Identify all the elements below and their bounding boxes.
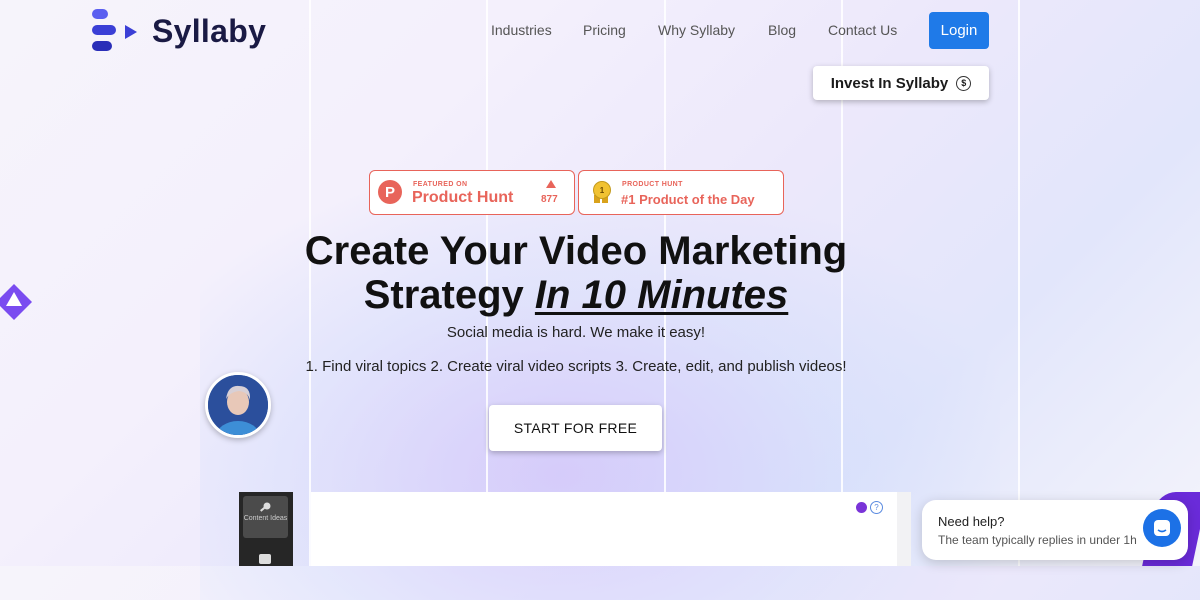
product-hunt-icon: P bbox=[378, 180, 402, 204]
calendar-icon[interactable] bbox=[259, 554, 271, 564]
invest-button[interactable]: Invest In Syllaby $ bbox=[813, 66, 989, 100]
medal-icon: 1 bbox=[591, 181, 611, 203]
invest-label: Invest In Syllaby bbox=[830, 74, 949, 92]
product-hunt-featured-badge[interactable]: P FEATURED ON Product Hunt 877 bbox=[369, 170, 575, 215]
nav-pricing[interactable]: Pricing bbox=[583, 22, 626, 38]
logo[interactable]: Syllaby bbox=[92, 6, 266, 56]
upvote-icon bbox=[546, 180, 556, 188]
nav-industries[interactable]: Industries bbox=[491, 22, 552, 38]
hero-steps: 1. Find viral topics 2. Create viral vid… bbox=[305, 358, 847, 375]
hero-subtitle: Social media is hard. We make it easy! bbox=[446, 324, 706, 341]
nav-contact-us[interactable]: Contact Us bbox=[828, 22, 897, 38]
login-button[interactable]: Login bbox=[929, 12, 989, 49]
app-preview-canvas bbox=[311, 492, 897, 566]
accessibility-widget-icon[interactable] bbox=[0, 282, 34, 322]
help-icon[interactable]: ? bbox=[870, 501, 883, 514]
nav-blog[interactable]: Blog bbox=[768, 22, 796, 38]
key-icon bbox=[260, 502, 271, 512]
coin-icon: $ bbox=[956, 75, 972, 91]
grid-line bbox=[1018, 0, 1020, 566]
product-of-day-label: #1 Product of the Day bbox=[621, 192, 755, 207]
product-of-day-badge[interactable]: 1 PRODUCT HUNT #1 Product of the Day bbox=[578, 170, 784, 215]
hero-title: Create Your Video Marketing Strategy In … bbox=[200, 229, 952, 317]
nav-why-syllaby[interactable]: Why Syllaby bbox=[658, 22, 735, 38]
content-ideas-card[interactable]: Content Ideas bbox=[243, 496, 288, 538]
chat-subtitle: The team typically replies in under 1h bbox=[938, 533, 1137, 547]
logo-text: Syllaby bbox=[152, 12, 267, 49]
play-icon[interactable] bbox=[856, 502, 867, 513]
chat-launcher-button[interactable] bbox=[1143, 509, 1181, 547]
logo-icon bbox=[92, 7, 142, 55]
product-hunt-small-label: PRODUCT HUNT bbox=[622, 181, 683, 188]
app-preview-edge bbox=[897, 492, 911, 566]
start-for-free-button[interactable]: START FOR FREE bbox=[489, 405, 662, 451]
hero-title-line2: Strategy In 10 Minutes bbox=[363, 273, 789, 317]
chat-title: Need help? bbox=[938, 514, 1005, 529]
hero-title-line1: Create Your Video Marketing bbox=[304, 229, 848, 273]
hero-title-highlight: In 10 Minutes bbox=[534, 273, 789, 317]
avatar bbox=[205, 372, 271, 438]
chat-widget[interactable]: Need help? The team typically replies in… bbox=[922, 500, 1188, 560]
chat-icon bbox=[1154, 520, 1170, 536]
featured-on-label: FEATURED ON bbox=[413, 181, 468, 188]
upvote-count: 877 bbox=[541, 194, 558, 205]
product-hunt-label: Product Hunt bbox=[412, 189, 514, 206]
content-ideas-label: Content Ideas bbox=[243, 515, 288, 522]
